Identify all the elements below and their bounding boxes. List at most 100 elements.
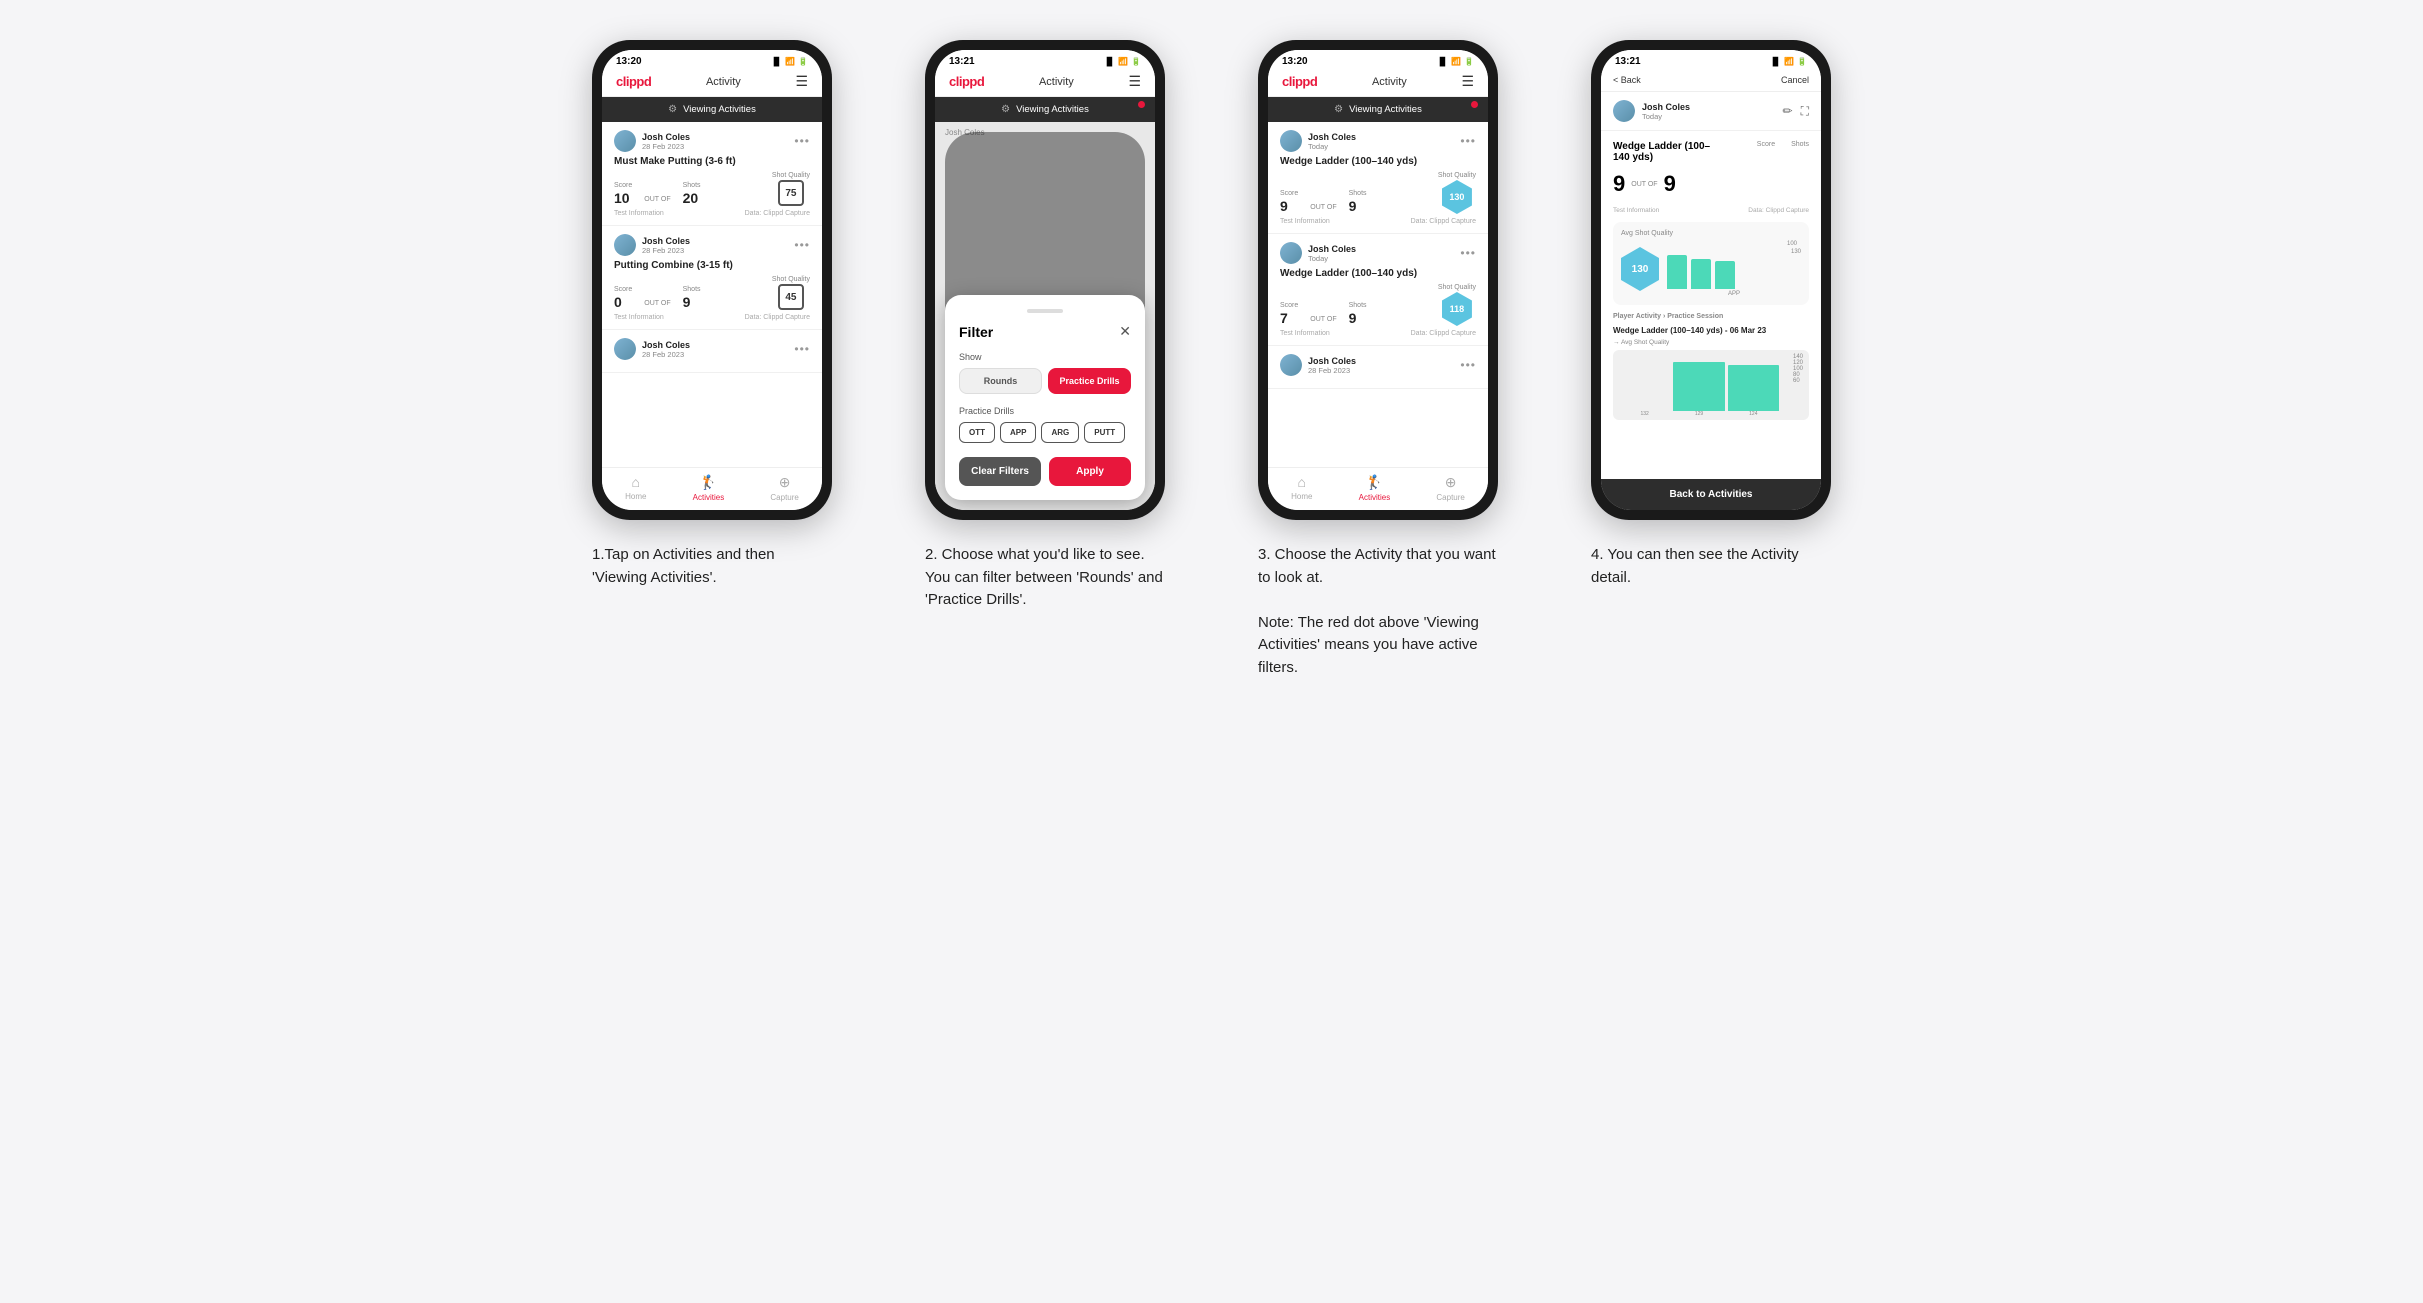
outof-3-2: OUT OF — [1310, 316, 1336, 326]
activity-card-3-2[interactable]: Josh Coles Today ••• Wedge Ladder (100–1… — [1268, 234, 1488, 346]
quality-label-1-1: Shot Quality — [772, 172, 810, 179]
filter-tab-rounds[interactable]: Rounds — [959, 368, 1042, 394]
shots-label-3-2: Shots — [1349, 302, 1367, 309]
viewing-banner-1[interactable]: ⚙ Viewing Activities — [602, 97, 822, 122]
clear-filters-btn[interactable]: Clear Filters — [959, 457, 1041, 486]
user-info-1-3: Josh Coles 28 Feb 2023 — [614, 338, 690, 360]
apply-btn[interactable]: Apply — [1049, 457, 1131, 486]
activity-card-3-1[interactable]: Josh Coles Today ••• Wedge Ladder (100–1… — [1268, 122, 1488, 234]
more-dots-3-2[interactable]: ••• — [1460, 246, 1476, 260]
back-btn-4[interactable]: < Back — [1613, 75, 1641, 85]
score-value-3-1: 9 — [1280, 198, 1298, 214]
settings-icon-1: ⚙ — [668, 104, 677, 115]
detail-user-date-4: Today — [1642, 112, 1690, 121]
logo-1: clippd — [616, 74, 651, 89]
detail-title-row-4: Wedge Ladder (100–140 yds) Score Shots — [1613, 141, 1809, 163]
step-4-column: 13:21 ▐▌ 📶 🔋 < Back Cancel — [1561, 40, 1862, 679]
time-2: 13:21 — [949, 56, 975, 67]
home-icon-1: ⌂ — [632, 474, 640, 490]
stat-score-block-1-1: Score 10 — [614, 182, 632, 206]
info-left-3-1: Test Information — [1280, 218, 1330, 225]
phone-1-inner: 13:20 ▐▌ 📶 🔋 clippd Activity ☰ ⚙ Vie — [602, 50, 822, 510]
drill-tag-putt[interactable]: PUTT — [1084, 422, 1125, 443]
card-header-1-1: Josh Coles 28 Feb 2023 ••• — [614, 130, 810, 152]
phone-1: 13:20 ▐▌ 📶 🔋 clippd Activity ☰ ⚙ Vie — [592, 40, 832, 520]
drill-tag-arg[interactable]: ARG — [1041, 422, 1079, 443]
nav-capture-1[interactable]: ⊕ Capture — [770, 474, 798, 502]
filter-tab-practice[interactable]: Practice Drills — [1048, 368, 1131, 394]
menu-icon-1[interactable]: ☰ — [795, 73, 808, 90]
menu-icon-3[interactable]: ☰ — [1461, 73, 1474, 90]
nav-capture-3[interactable]: ⊕ Capture — [1436, 474, 1464, 502]
activities-icon-3: 🏌 — [1366, 474, 1383, 491]
avatar-1-3 — [614, 338, 636, 360]
quality-badge-1-2: 45 — [778, 284, 804, 310]
more-dots-1-2[interactable]: ••• — [794, 238, 810, 252]
user-info-3-1: Josh Coles Today — [1280, 130, 1356, 152]
modal-close-btn[interactable]: ✕ — [1119, 323, 1131, 340]
user-name-1-2: Josh Coles — [642, 236, 690, 246]
time-4: 13:21 — [1615, 56, 1641, 67]
activities-label-3: Activities — [1359, 493, 1391, 502]
user-name-1-1: Josh Coles — [642, 132, 690, 142]
activity-card-3-3[interactable]: Josh Coles 28 Feb 2023 ••• — [1268, 346, 1488, 389]
hist-bar-4-2 — [1673, 362, 1724, 412]
bottom-nav-1: ⌂ Home 🏌 Activities ⊕ Capture — [602, 467, 822, 510]
status-bar-4: 13:21 ▐▌ 📶 🔋 — [1601, 50, 1821, 69]
card-footer-1-2: Test Information Data: Clippd Capture — [614, 314, 810, 321]
more-dots-1-3[interactable]: ••• — [794, 342, 810, 356]
phone-4-inner: 13:21 ▐▌ 📶 🔋 < Back Cancel — [1601, 50, 1821, 510]
practice-badge-4: Player Activity › Practice Session — [1613, 313, 1809, 320]
quality-value-1-1: 75 — [785, 188, 796, 199]
avatar-3-2 — [1280, 242, 1302, 264]
expand-icon-4[interactable]: ⛶ — [1801, 104, 1809, 119]
menu-icon-2[interactable]: ☰ — [1128, 73, 1141, 90]
info-row-4: Test Information Data: Clippd Capture — [1613, 207, 1809, 214]
nav-activities-3[interactable]: 🏌 Activities — [1359, 474, 1391, 502]
shots-value-3-1: 9 — [1349, 198, 1367, 214]
score-lbl-4: Score — [1757, 141, 1775, 148]
viewing-banner-3[interactable]: ⚙ Viewing Activities — [1268, 97, 1488, 122]
more-dots-3-1[interactable]: ••• — [1460, 134, 1476, 148]
edit-icon-4[interactable]: ✏ — [1783, 104, 1793, 119]
score-label-3-2: Score — [1280, 302, 1298, 309]
history-label-4: → Avg Shot Quality — [1613, 339, 1809, 346]
nav-home-3[interactable]: ⌂ Home — [1291, 474, 1312, 502]
back-to-activities-btn-4[interactable]: Back to Activities — [1601, 479, 1821, 510]
step-3-description: 3. Choose the Activity that you want to … — [1258, 544, 1498, 679]
activity-card-1-3[interactable]: Josh Coles 28 Feb 2023 ••• — [602, 330, 822, 373]
stats-row-3-1: Score 9 OUT OF Shots 9 Shot Quality 130 — [1280, 172, 1476, 214]
drill-tag-app[interactable]: APP — [1000, 422, 1036, 443]
wifi-icon-3: 📶 — [1451, 57, 1461, 66]
hist-bars-4 — [1619, 356, 1803, 411]
user-name-3-2: Josh Coles — [1308, 244, 1356, 254]
nav-home-1[interactable]: ⌂ Home — [625, 474, 646, 502]
step-1-description: 1.Tap on Activities and then 'Viewing Ac… — [592, 544, 832, 589]
chart-label-4: Avg Shot Quality — [1621, 230, 1801, 237]
quality-block-1-2: Shot Quality 45 — [772, 276, 810, 310]
nav-activities-1[interactable]: 🏌 Activities — [693, 474, 725, 502]
shots-label-1-2: Shots — [683, 286, 701, 293]
quality-block-1-1: Shot Quality 75 — [772, 172, 810, 206]
quality-block-3-2: Shot Quality 118 — [1438, 284, 1476, 326]
quality-value-3-1: 130 — [1449, 192, 1464, 202]
battery-icon-2: 🔋 — [1131, 57, 1141, 66]
viewing-banner-2[interactable]: ⚙ Viewing Activities — [935, 97, 1155, 122]
drill-tag-ott[interactable]: OTT — [959, 422, 995, 443]
chart-max-4: 130 — [1791, 249, 1801, 255]
info-left-3-2: Test Information — [1280, 330, 1330, 337]
user-name-3-3: Josh Coles — [1308, 356, 1356, 366]
more-dots-1-1[interactable]: ••• — [794, 134, 810, 148]
phone-2-inner: 13:21 ▐▌ 📶 🔋 clippd Activity ☰ ⚙ Vie — [935, 50, 1155, 510]
wifi-icon-1: 📶 — [785, 57, 795, 66]
more-dots-3-3[interactable]: ••• — [1460, 358, 1476, 372]
battery-icon-4: 🔋 — [1797, 57, 1807, 66]
info-left-1-1: Test Information — [614, 210, 664, 217]
status-icons-3: ▐▌ 📶 🔋 — [1437, 57, 1474, 66]
status-icons-2: ▐▌ 📶 🔋 — [1104, 57, 1141, 66]
activity-card-1-1[interactable]: Josh Coles 28 Feb 2023 ••• Must Make Put… — [602, 122, 822, 226]
cancel-btn-4[interactable]: Cancel — [1781, 75, 1809, 85]
quality-value-1-2: 45 — [785, 292, 796, 303]
user-date-1-2: 28 Feb 2023 — [642, 246, 690, 255]
activity-card-1-2[interactable]: Josh Coles 28 Feb 2023 ••• Putting Combi… — [602, 226, 822, 330]
